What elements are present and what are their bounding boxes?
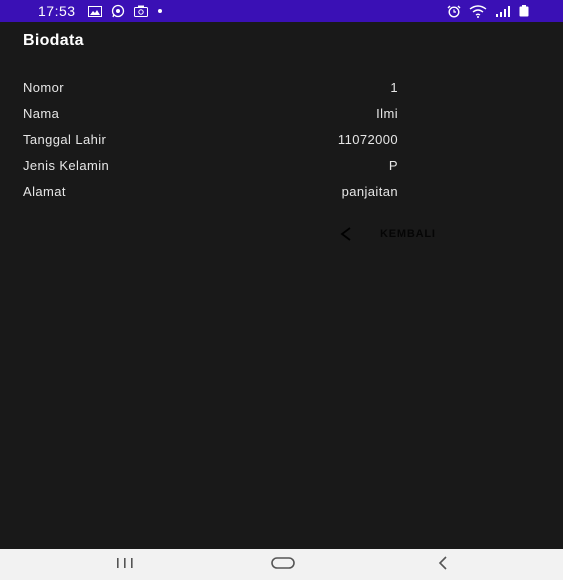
row-alamat: Alamat panjaitan (23, 184, 398, 202)
recent-apps-button[interactable] (110, 555, 140, 575)
battery-icon (519, 5, 529, 17)
value-nomor: 1 (390, 80, 398, 95)
status-right-icons (447, 4, 529, 18)
home-button[interactable] (268, 555, 298, 575)
recent-apps-icon (114, 556, 136, 574)
row-tanggal-lahir: Tanggal Lahir 11072000 (23, 132, 398, 150)
wifi-icon (469, 4, 487, 18)
label-tanggal-lahir: Tanggal Lahir (23, 132, 107, 147)
alarm-icon (447, 5, 461, 18)
dot-icon (157, 8, 163, 14)
kembali-button[interactable]: KEMBALI (330, 222, 475, 246)
whatsapp-icon (111, 4, 125, 18)
biodata-screen: Biodata Nomor 1 Nama Ilmi Tanggal Lahir … (0, 22, 563, 549)
value-alamat: panjaitan (341, 184, 398, 199)
value-nama: Ilmi (376, 106, 398, 121)
navigation-bar (0, 549, 563, 580)
back-button[interactable] (428, 555, 458, 575)
status-bar: 17:53 (0, 0, 563, 22)
value-tanggal-lahir: 11072000 (337, 132, 398, 147)
home-icon (270, 556, 296, 575)
chevron-left-icon (336, 225, 358, 243)
signal-icon (495, 5, 511, 17)
kembali-button-label: KEMBALI (380, 228, 436, 240)
label-alamat: Alamat (23, 184, 66, 199)
row-nomor: Nomor 1 (23, 80, 398, 98)
label-jenis-kelamin: Jenis Kelamin (23, 158, 110, 173)
value-jenis-kelamin: P (388, 158, 398, 173)
label-nama: Nama (23, 106, 60, 121)
back-icon (435, 555, 451, 576)
page-title: Biodata (23, 32, 84, 49)
row-nama: Nama Ilmi (23, 106, 398, 124)
image-icon (87, 5, 102, 17)
status-time: 17:53 (38, 3, 76, 19)
camera-icon (133, 5, 148, 17)
row-jenis-kelamin: Jenis Kelamin P (23, 158, 398, 176)
label-nomor: Nomor (23, 80, 65, 95)
status-left-icons (87, 4, 163, 18)
